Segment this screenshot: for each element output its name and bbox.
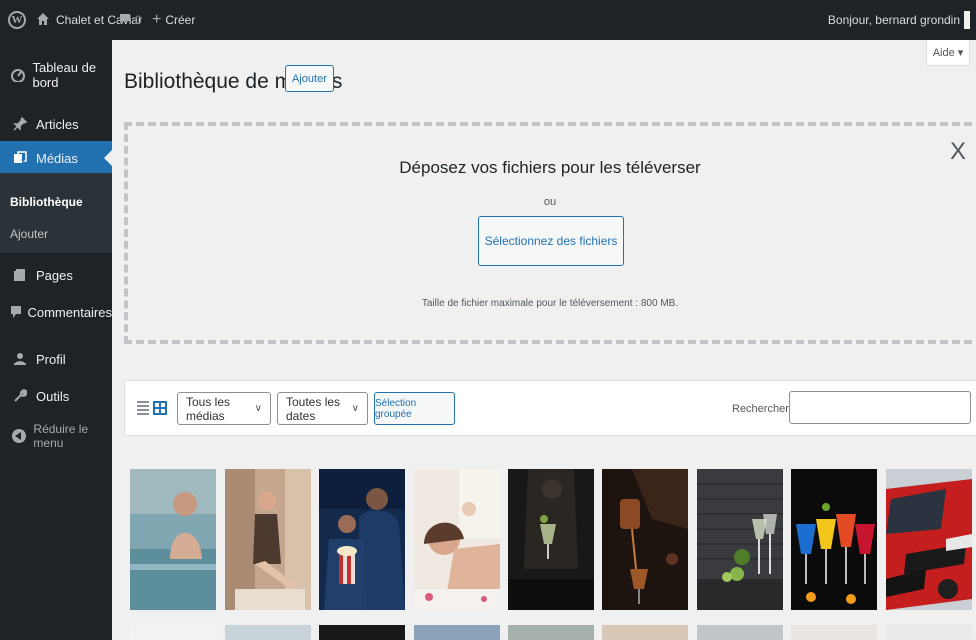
submenu-item-ajouter[interactable]: Ajouter xyxy=(10,227,48,241)
sidebar-item-pages[interactable]: Pages xyxy=(0,258,112,292)
account-menu[interactable]: Bonjour, bernard grondin xyxy=(828,0,970,40)
media-thumbnail[interactable] xyxy=(319,469,405,610)
search-label: Rechercher xyxy=(732,403,789,415)
media-thumbnail[interactable] xyxy=(602,625,688,640)
sidebar-item-medias[interactable]: Médias xyxy=(0,141,112,175)
current-menu-arrow xyxy=(104,150,112,166)
collapse-icon xyxy=(8,429,29,443)
media-thumbnail[interactable] xyxy=(791,625,877,640)
collapse-menu-label: Réduire le menu xyxy=(33,422,89,450)
collapse-menu-button[interactable]: Réduire le menu xyxy=(0,419,112,453)
media-thumbnail[interactable] xyxy=(602,469,688,610)
avatar xyxy=(964,11,970,29)
chevron-down-icon: ∨ xyxy=(254,403,262,414)
admin-sidebar: Tableau de bord Articles Médias Biblioth… xyxy=(0,40,112,640)
bulk-select-button[interactable]: Sélection groupée xyxy=(374,392,455,425)
chevron-down-icon: ∨ xyxy=(351,403,359,414)
media-thumbnail[interactable] xyxy=(319,625,405,640)
user-icon xyxy=(8,352,32,366)
media-thumbnail[interactable] xyxy=(508,625,594,640)
comment-icon xyxy=(8,305,23,319)
dropzone-title: Déposez vos fichiers pour les téléverser xyxy=(399,158,701,177)
sidebar-item-profil[interactable]: Profil xyxy=(0,342,112,376)
sidebar-item-label: Articles xyxy=(36,116,79,132)
admin-bar: W Chalet et Caviar 0 + Créer Bonjour, be… xyxy=(0,0,976,40)
comments-link[interactable]: 0 xyxy=(119,0,142,40)
media-thumbnail[interactable] xyxy=(130,625,216,640)
media-thumbnail[interactable] xyxy=(791,469,877,610)
page-icon xyxy=(8,268,32,282)
sidebar-item-dashboard[interactable]: Tableau de bord xyxy=(0,58,112,92)
help-tab-button[interactable]: Aide ▾ xyxy=(926,40,970,66)
media-thumbnail[interactable] xyxy=(130,469,216,610)
dashboard-icon xyxy=(8,68,28,82)
media-thumbnail[interactable] xyxy=(697,625,783,640)
medias-submenu: Bibliothèque Ajouter xyxy=(0,173,112,253)
sidebar-item-label: Commentaires xyxy=(27,304,112,320)
media-icon xyxy=(8,151,32,165)
sidebar-item-outils[interactable]: Outils xyxy=(0,379,112,413)
new-content-link[interactable]: + Créer xyxy=(152,0,195,40)
media-thumbnail[interactable] xyxy=(697,469,783,610)
media-thumbnail[interactable] xyxy=(886,625,972,640)
media-thumbnail[interactable] xyxy=(225,625,311,640)
grid-view-icon[interactable] xyxy=(153,401,167,415)
search-input[interactable] xyxy=(789,391,971,424)
media-thumbnail[interactable] xyxy=(414,469,500,610)
select-files-button[interactable]: Sélectionnez des fichiers xyxy=(478,216,624,266)
date-filter[interactable]: Toutes les dates ∨ xyxy=(277,392,368,425)
comment-bubble-icon xyxy=(119,13,131,28)
wordpress-logo-icon[interactable]: W xyxy=(6,0,28,40)
sidebar-item-label: Tableau de bord xyxy=(32,60,97,90)
home-icon xyxy=(36,12,50,29)
sidebar-item-label: Outils xyxy=(36,388,70,404)
new-content-label: Créer xyxy=(165,13,196,27)
media-thumbnail[interactable] xyxy=(414,625,500,640)
list-view-icon[interactable] xyxy=(137,401,149,417)
greeting-text: Bonjour, bernard grondin xyxy=(827,13,960,27)
sidebar-item-label: Médias xyxy=(36,150,78,166)
media-type-filter[interactable]: Tous les médias ∨ xyxy=(177,392,271,425)
sidebar-item-label: Pages xyxy=(36,267,73,283)
plus-icon: + xyxy=(152,11,162,28)
dropzone-or: ou xyxy=(543,196,557,208)
sidebar-item-label: Profil xyxy=(36,351,66,367)
media-thumbnail[interactable] xyxy=(225,469,311,610)
sidebar-item-articles[interactable]: Articles xyxy=(0,107,112,141)
media-thumbnail[interactable] xyxy=(508,469,594,610)
pin-icon xyxy=(8,117,32,131)
max-upload-size-text: Taille de fichier maximale pour le télév… xyxy=(421,298,679,309)
comments-count: 0 xyxy=(135,13,142,27)
add-new-button[interactable]: Ajouter xyxy=(285,65,334,92)
media-thumbnail[interactable] xyxy=(886,469,972,610)
sidebar-item-commentaires[interactable]: Commentaires xyxy=(0,295,112,329)
submenu-item-bibliotheque[interactable]: Bibliothèque xyxy=(10,195,83,209)
wrench-icon xyxy=(8,389,32,403)
